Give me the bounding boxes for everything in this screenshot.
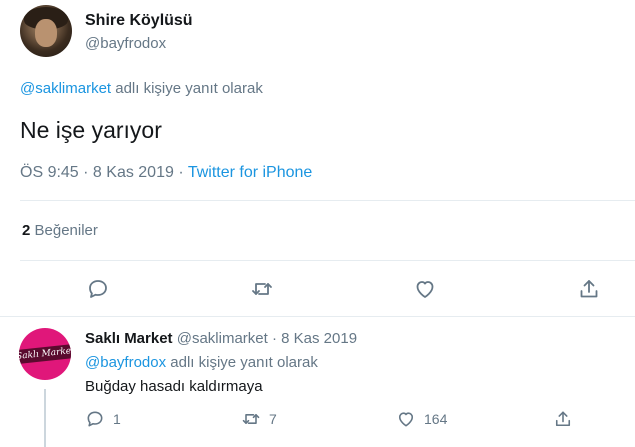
thread-line <box>44 389 46 447</box>
meta-separator: · <box>173 164 188 181</box>
tweet-text: Buğday hasadı kaldırmaya <box>85 378 263 395</box>
retweet-icon <box>242 414 260 424</box>
author-handle[interactable]: @saklimarket <box>177 330 268 347</box>
tweet-text: Ne işe yarıyor <box>20 117 162 143</box>
tweet-date[interactable]: 8 Kas 2019 <box>93 164 174 181</box>
share-icon <box>580 280 598 298</box>
like-button[interactable] <box>412 276 438 302</box>
reply-context-text: adlı kişiye yanıt olarak <box>166 354 318 371</box>
reply-button[interactable] <box>85 276 111 302</box>
reply-context-text: adlı kişiye yanıt olarak <box>111 80 263 97</box>
tweet-meta: ÖS 9:45 · 8 Kas 2019 · Twitter for iPhon… <box>20 164 312 182</box>
reply-tweet[interactable]: Saklı Market Saklı Market @saklimarket ·… <box>0 317 635 447</box>
retweet-count: 7 <box>269 411 277 427</box>
reply-header: Saklı Market @saklimarket · 8 Kas 2019 <box>85 330 357 347</box>
avatar[interactable] <box>20 5 72 57</box>
author-name[interactable]: Shire Köylüsü <box>85 12 193 30</box>
reply-context: @bayfrodox adlı kişiye yanıt olarak <box>85 354 318 371</box>
reply-icon <box>87 411 103 427</box>
author-handle[interactable]: @bayfrodox <box>85 35 166 52</box>
divider <box>20 260 635 261</box>
likes-count-link[interactable]: 2 Beğeniler <box>22 222 98 239</box>
retweet-icon <box>252 283 272 295</box>
reply-to-link[interactable]: @bayfrodox <box>85 354 166 371</box>
tweet-date[interactable]: 8 Kas 2019 <box>281 330 357 347</box>
reply-count: 1 <box>113 411 121 427</box>
reply-button[interactable]: 1 <box>85 409 121 429</box>
meta-separator: · <box>267 330 282 347</box>
tweet-time[interactable]: ÖS 9:45 <box>20 164 79 181</box>
avatar[interactable]: Saklı Market <box>19 328 71 380</box>
like-icon <box>416 281 434 298</box>
divider <box>20 200 635 201</box>
avatar-face <box>35 19 57 47</box>
share-icon <box>555 411 571 427</box>
share-button[interactable] <box>576 276 602 302</box>
likes-label: Beğeniler <box>30 222 98 239</box>
retweet-button[interactable] <box>249 276 275 302</box>
author-name[interactable]: Saklı Market <box>85 330 173 347</box>
tweet-source-link[interactable]: Twitter for iPhone <box>188 164 313 181</box>
retweet-button[interactable]: 7 <box>241 409 277 429</box>
like-count: 164 <box>424 411 448 427</box>
reply-context: @saklimarket adlı kişiye yanıt olarak <box>20 80 263 97</box>
meta-separator: · <box>78 164 93 181</box>
share-button[interactable] <box>553 409 573 429</box>
like-button[interactable]: 164 <box>396 409 447 429</box>
reply-icon <box>89 280 107 298</box>
reply-to-link[interactable]: @saklimarket <box>20 80 111 97</box>
brand-logo: Saklı Market <box>19 343 71 365</box>
like-icon <box>398 412 414 427</box>
